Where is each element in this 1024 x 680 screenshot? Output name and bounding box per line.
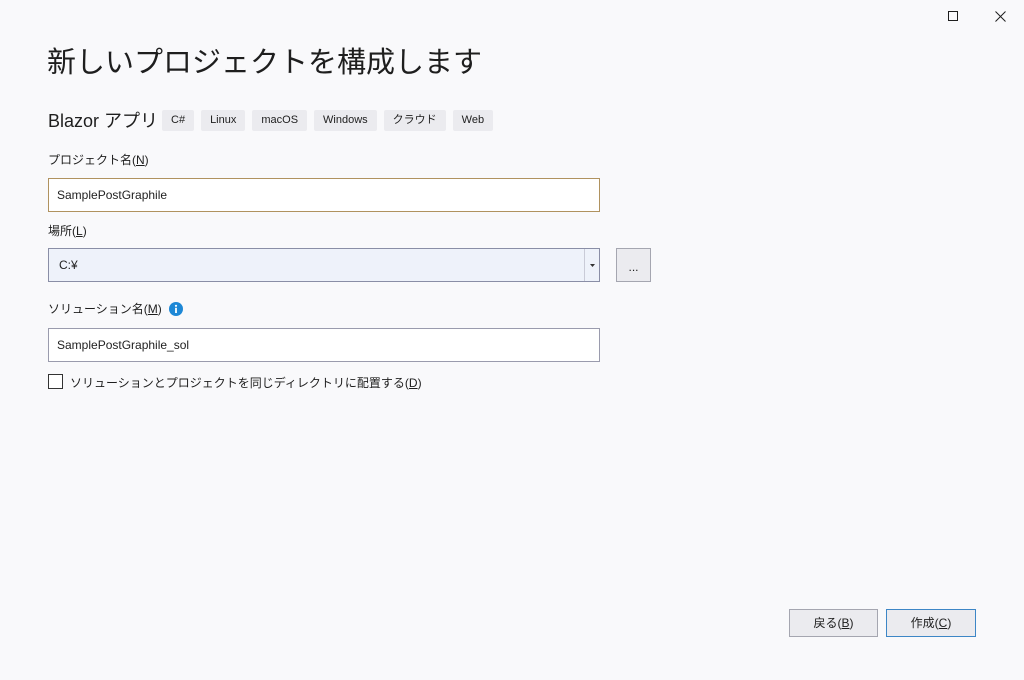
same-directory-label-end: ) [417,376,422,390]
page-title: 新しいプロジェクトを構成します [47,47,483,79]
create-button-label: 作成( [910,616,939,630]
same-directory-label[interactable]: ソリューションとプロジェクトを同じディレクトリに配置する(D) [70,375,422,391]
back-button[interactable]: 戻る(B) [789,609,878,637]
same-directory-access-key: D [408,376,418,390]
chevron-down-icon [589,263,595,267]
location-input[interactable] [49,249,584,281]
tag-cloud: クラウド [383,110,446,131]
tag-windows: Windows [314,110,377,131]
back-button-label-end: ) [849,616,854,630]
solution-name-label-text: ソリューション名( [48,302,148,316]
tag-csharp: C# [162,110,195,131]
configure-project-dialog: 新しいプロジェクトを構成します Blazor アプリ C# Linux macO… [0,0,1024,680]
close-icon [994,10,1006,22]
location-dropdown-button[interactable] [584,249,599,281]
location-combobox[interactable] [48,248,600,282]
tag-macos: macOS [252,110,308,131]
project-name-label: プロジェクト名(N) [48,152,149,168]
close-button[interactable] [977,0,1023,32]
project-name-input[interactable] [48,178,600,212]
location-label-text: 場所( [48,224,76,238]
solution-name-label: ソリューション名(M) [48,301,183,317]
project-name-label-end: ) [144,153,149,167]
project-name-access-key: N [136,153,145,167]
project-name-label-text: プロジェクト名( [48,153,136,167]
template-name: Blazor アプリ [48,111,159,131]
maximize-button[interactable] [930,0,976,32]
create-button-access-key: C [938,616,948,630]
location-label-end: ) [82,224,87,238]
same-directory-label-text: ソリューションとプロジェクトを同じディレクトリに配置する( [70,376,409,390]
maximize-icon [948,11,958,21]
solution-name-input[interactable] [48,328,600,362]
location-access-key: L [76,224,83,238]
location-label: 場所(L) [48,223,87,239]
template-tags: C# Linux macOS Windows クラウド Web [162,110,494,131]
browse-button[interactable]: ... [616,248,651,282]
tag-web: Web [452,110,494,131]
solution-name-access-key: M [147,302,158,316]
create-button[interactable]: 作成(C) [886,609,976,637]
same-directory-checkbox[interactable] [48,374,63,389]
back-button-access-key: B [841,616,850,630]
tag-linux: Linux [201,110,246,131]
create-button-label-end: ) [947,616,952,630]
solution-name-label-end: ) [157,302,162,316]
info-icon[interactable] [168,302,183,316]
back-button-label: 戻る( [813,616,842,630]
